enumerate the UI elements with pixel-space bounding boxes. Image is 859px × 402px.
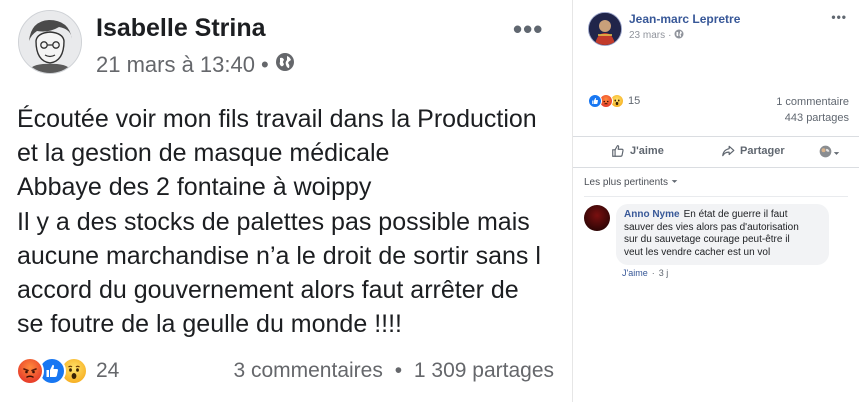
comment-actions-separator: ·: [651, 268, 655, 278]
post-text-line: accord du gouvernement alors faut arrête…: [17, 276, 519, 305]
avatar[interactable]: [18, 10, 82, 74]
post-text-line: aucune marchandise n’a le droit de sorti…: [17, 241, 541, 270]
post-timestamp[interactable]: 23 mars: [629, 30, 665, 41]
post-text: Écoutée voir mon fils travail dans la Pr…: [17, 102, 562, 341]
comment-text-line: sauver des vies alors pas d'autorisation: [624, 221, 799, 233]
left-post: Isabelle Strina 21 mars à 13:40 • ••• Éc…: [0, 0, 572, 402]
comment-text-line: veut les vendre cacher est un vol: [624, 246, 771, 258]
audience-selector[interactable]: [819, 145, 841, 163]
more-options-icon[interactable]: •••: [831, 10, 847, 24]
comments-count[interactable]: 1 commentaire: [776, 96, 849, 108]
comment-sort-dropdown[interactable]: Les plus pertinents: [584, 177, 678, 188]
sort-label: Les plus pertinents: [584, 177, 668, 188]
comments-count[interactable]: 3 commentaires: [233, 359, 382, 382]
comment-actions: J'aime · 3 j: [622, 268, 668, 278]
comment-author[interactable]: Anno Nyme: [624, 209, 680, 220]
comment-text-line: En état de guerre il faut: [683, 209, 788, 220]
right-post: Jean-marc Lepretre 23 mars · ••• 15 1 co…: [573, 0, 859, 402]
thumbs-up-icon: [612, 145, 624, 157]
action-bar: J'aime Partager: [573, 136, 859, 168]
share-button[interactable]: Partager: [721, 144, 785, 158]
post-text-line: Écoutée voir mon fils travail dans la Pr…: [17, 105, 537, 133]
shares-count[interactable]: 1 309 partages: [414, 359, 554, 382]
comment-text-line: sur du sauvetage courage peut-être il: [624, 234, 790, 246]
post-author[interactable]: Isabelle Strina: [96, 14, 266, 43]
angry-reaction-icon: [16, 357, 44, 385]
meta-separator: •: [260, 52, 269, 77]
post-text-line: et la gestion de masque médicale: [17, 139, 390, 168]
comment-bubble: Anno Nyme En état de guerre il faut sauve…: [616, 204, 829, 266]
comment-age[interactable]: 3 j: [659, 268, 669, 278]
like-reaction-icon: [588, 94, 602, 108]
chevron-down-icon: [832, 145, 841, 163]
stats-separator: •: [394, 359, 403, 382]
meta-separator: ·: [668, 30, 672, 41]
comment-like-link[interactable]: J'aime: [622, 268, 648, 278]
share-button-label: Partager: [740, 145, 785, 157]
reaction-count[interactable]: 15: [628, 95, 640, 107]
avatar[interactable]: [588, 12, 622, 46]
post-text-line: Il y a des stocks de palettes pas possib…: [17, 207, 530, 236]
commenter-avatar[interactable]: [584, 205, 610, 231]
post-timestamp[interactable]: 21 mars à 13:40: [96, 52, 255, 78]
post-author[interactable]: Jean-marc Lepretre: [629, 12, 740, 26]
post-text-line: Abbaye des 2 fontaine à woippy: [17, 173, 372, 202]
reactions-summary[interactable]: 15: [588, 94, 640, 108]
more-options-icon[interactable]: •••: [513, 14, 543, 45]
globe-icon: [275, 52, 295, 78]
divider: [584, 196, 848, 197]
post-meta: 23 mars ·: [629, 29, 684, 42]
post-stats: 3 commentaires • 1 309 partages: [233, 359, 554, 383]
reaction-count[interactable]: 24: [96, 359, 119, 383]
globe-icon: [674, 29, 684, 42]
globe-avatar-icon: [819, 145, 832, 163]
caret-down-icon: [671, 177, 678, 188]
like-button[interactable]: J'aime: [611, 144, 664, 158]
shares-count[interactable]: 443 partages: [785, 112, 849, 124]
post-text-line: se foutre de la geulle du monde !!!!: [17, 310, 402, 339]
post-meta: 21 mars à 13:40 •: [96, 52, 295, 78]
like-button-label: J'aime: [630, 145, 664, 157]
reactions-summary[interactable]: 24: [16, 357, 119, 385]
share-arrow-icon: [722, 145, 735, 157]
